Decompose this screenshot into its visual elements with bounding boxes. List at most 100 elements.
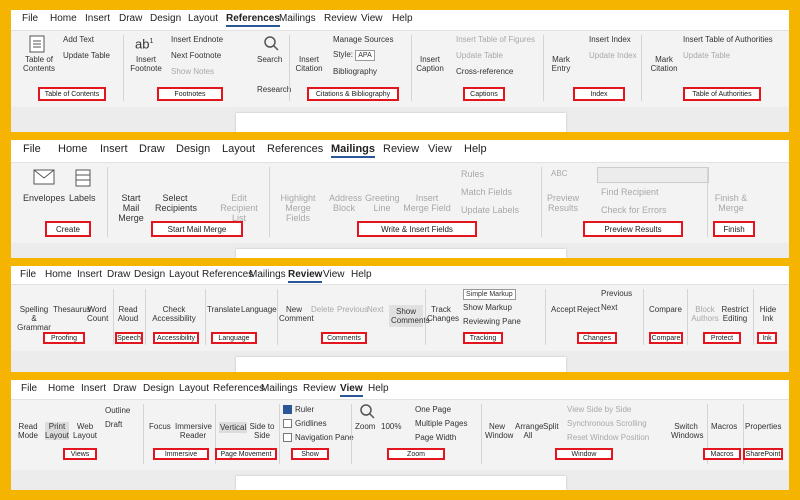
- tab-view[interactable]: View: [340, 383, 363, 397]
- finish-merge-button[interactable]: Finish & Merge: [713, 193, 749, 213]
- update-index-button[interactable]: Update Index: [589, 51, 637, 60]
- tab-home[interactable]: Home: [50, 13, 77, 24]
- tab-draw[interactable]: Draw: [139, 143, 165, 155]
- tab-file[interactable]: File: [22, 13, 38, 24]
- vertical-button[interactable]: Vertical: [219, 422, 248, 433]
- tab-draw[interactable]: Draw: [113, 383, 136, 394]
- find-recipient-button[interactable]: Find Recipient: [601, 187, 659, 197]
- compare-button[interactable]: Compare: [649, 305, 682, 314]
- manage-sources-button[interactable]: Manage Sources: [333, 35, 393, 44]
- switch-windows-button[interactable]: Switch Windows: [671, 422, 703, 440]
- search-button[interactable]: Search: [257, 55, 282, 64]
- tab-draw[interactable]: Draw: [119, 13, 142, 24]
- tab-mailings[interactable]: Mailings: [331, 143, 376, 158]
- tab-home[interactable]: Home: [48, 383, 75, 394]
- language-button[interactable]: Language: [241, 305, 277, 314]
- web-layout-button[interactable]: Web Layout: [73, 422, 97, 440]
- greeting-line-button[interactable]: Greeting Line: [365, 193, 400, 213]
- mark-entry-button[interactable]: Mark Entry: [547, 55, 575, 73]
- edit-recipient-list-button[interactable]: Edit Recipient List: [215, 193, 263, 223]
- reviewing-pane-button[interactable]: Reviewing Pane: [463, 317, 521, 326]
- reset-window-position-button[interactable]: Reset Window Position: [567, 433, 649, 442]
- address-block-button[interactable]: Address Block: [329, 193, 362, 213]
- tab-design[interactable]: Design: [176, 143, 210, 155]
- page-width-button[interactable]: Page Width: [415, 433, 456, 442]
- split-button[interactable]: Split: [543, 422, 559, 431]
- record-navigator[interactable]: [597, 167, 709, 183]
- show-notes-button[interactable]: Show Notes: [171, 67, 214, 76]
- tab-view[interactable]: View: [361, 13, 383, 24]
- update-table-captions-button[interactable]: Update Table: [456, 51, 503, 60]
- tab-mailings[interactable]: Mailings: [249, 269, 286, 280]
- add-text-button[interactable]: Add Text: [63, 35, 94, 44]
- style-select[interactable]: Style: APA: [333, 50, 375, 61]
- delete-comment-button[interactable]: Delete: [311, 305, 334, 314]
- reject-button[interactable]: Reject: [577, 305, 600, 314]
- tab-insert[interactable]: Insert: [85, 13, 110, 24]
- tab-review[interactable]: Review: [383, 143, 419, 155]
- tab-help[interactable]: Help: [464, 143, 487, 155]
- tab-home[interactable]: Home: [58, 143, 87, 155]
- table-of-contents-button[interactable]: Table of Contents: [19, 55, 59, 73]
- select-recipients-button[interactable]: Select Recipients: [155, 193, 197, 213]
- print-layout-button[interactable]: Print Layout: [45, 422, 69, 440]
- read-aloud-button[interactable]: Read Aloud: [117, 305, 139, 323]
- insert-merge-field-button[interactable]: Insert Merge Field: [403, 193, 451, 213]
- tab-design[interactable]: Design: [134, 269, 165, 280]
- tab-file[interactable]: File: [23, 143, 41, 155]
- tab-insert[interactable]: Insert: [77, 269, 102, 280]
- tab-review[interactable]: Review: [303, 383, 336, 394]
- check-accessibility-button[interactable]: Check Accessibility: [149, 305, 199, 323]
- show-markup-button[interactable]: Show Markup: [463, 303, 512, 312]
- tab-review[interactable]: Review: [288, 269, 323, 283]
- tab-references[interactable]: References: [226, 13, 280, 27]
- previous-change-button[interactable]: Previous: [601, 289, 632, 298]
- check-for-errors-button[interactable]: Check for Errors: [601, 205, 667, 215]
- insert-table-of-authorities-button[interactable]: Insert Table of Authorities: [683, 35, 773, 44]
- show-comments-button[interactable]: Show Comments: [389, 305, 430, 327]
- outline-button[interactable]: Outline: [105, 406, 130, 415]
- tab-layout[interactable]: Layout: [179, 383, 209, 394]
- ruler-checkbox[interactable]: Ruler: [283, 405, 314, 415]
- gridlines-checkbox[interactable]: Gridlines: [283, 419, 327, 429]
- preview-results-button[interactable]: Preview Results: [545, 193, 581, 213]
- synchronous-scrolling-button[interactable]: Synchronous Scrolling: [567, 419, 647, 428]
- translate-button[interactable]: Translate: [207, 305, 240, 314]
- block-authors-button[interactable]: Block Authors: [691, 305, 719, 323]
- next-comment-button[interactable]: Next: [367, 305, 383, 314]
- macros-button[interactable]: Macros: [711, 422, 737, 431]
- tab-file[interactable]: File: [21, 383, 37, 394]
- highlight-merge-fields-button[interactable]: Highlight Merge Fields: [273, 193, 323, 223]
- rules-button[interactable]: Rules: [461, 169, 484, 179]
- view-side-by-side-button[interactable]: View Side by Side: [567, 405, 631, 414]
- style-value[interactable]: APA: [355, 50, 375, 61]
- tab-layout[interactable]: Layout: [188, 13, 218, 24]
- insert-endnote-button[interactable]: Insert Endnote: [171, 35, 223, 44]
- insert-footnote-button[interactable]: Insert Footnote: [129, 55, 163, 73]
- update-labels-button[interactable]: Update Labels: [461, 205, 519, 215]
- start-mail-merge-button[interactable]: Start Mail Merge: [113, 193, 149, 223]
- tab-insert[interactable]: Insert: [81, 383, 106, 394]
- new-comment-button[interactable]: New Comment: [279, 305, 314, 323]
- tab-references[interactable]: References: [213, 383, 264, 394]
- envelopes-button[interactable]: Envelopes: [23, 193, 65, 203]
- mark-citation-button[interactable]: Mark Citation: [647, 55, 681, 73]
- spelling-grammar-button[interactable]: Spelling & Grammar: [17, 305, 51, 332]
- tab-mailings[interactable]: Mailings: [261, 383, 298, 394]
- labels-button[interactable]: Labels: [69, 193, 96, 203]
- restrict-editing-button[interactable]: Restrict Editing: [721, 305, 749, 323]
- multiple-pages-button[interactable]: Multiple Pages: [415, 419, 467, 428]
- zoom-100-button[interactable]: 100%: [381, 422, 401, 431]
- tab-draw[interactable]: Draw: [107, 269, 130, 280]
- arrange-all-button[interactable]: Arrange All: [515, 422, 543, 440]
- tab-design[interactable]: Design: [143, 383, 174, 394]
- insert-table-of-figures-button[interactable]: Insert Table of Figures: [456, 35, 535, 44]
- tab-help[interactable]: Help: [392, 13, 413, 24]
- tab-layout[interactable]: Layout: [222, 143, 255, 155]
- tab-references[interactable]: References: [267, 143, 323, 155]
- bibliography-button[interactable]: Bibliography: [333, 67, 377, 76]
- one-page-button[interactable]: One Page: [415, 405, 451, 414]
- cross-reference-button[interactable]: Cross-reference: [456, 67, 513, 76]
- next-footnote-button[interactable]: Next Footnote: [171, 51, 221, 60]
- immersive-reader-button[interactable]: Immersive Reader: [175, 422, 212, 440]
